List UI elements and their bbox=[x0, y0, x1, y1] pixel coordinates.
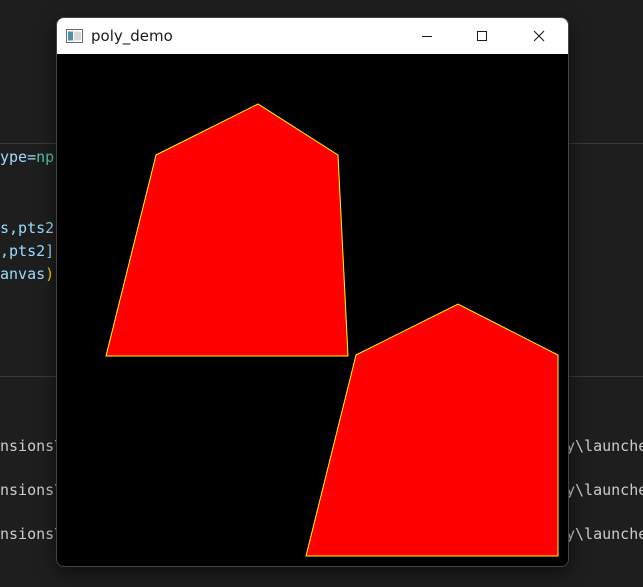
maximize-button[interactable] bbox=[459, 18, 505, 54]
window-app-icon bbox=[66, 28, 83, 43]
window-titlebar[interactable]: poly_demo bbox=[57, 18, 568, 54]
minimize-button[interactable] bbox=[404, 18, 450, 54]
code-line-4: anvas) bbox=[0, 265, 55, 283]
terminal-line-left-1: nsions\ bbox=[0, 437, 64, 455]
terminal-line-right-1: y\launche bbox=[566, 437, 643, 455]
polygon-1 bbox=[105, 103, 349, 357]
terminal-line-left-2: nsions\ bbox=[0, 481, 64, 499]
code-line-3: ,pts2] bbox=[0, 242, 55, 260]
close-button[interactable] bbox=[516, 18, 562, 54]
terminal-line-right-3: y\launche bbox=[566, 525, 643, 543]
code-line-2: s,pts2 bbox=[0, 219, 55, 237]
minimize-icon bbox=[422, 36, 432, 37]
maximize-icon bbox=[477, 31, 487, 41]
terminal-line-right-2: y\launche bbox=[566, 481, 643, 499]
close-icon bbox=[533, 30, 545, 42]
poly-demo-window[interactable]: poly_demo bbox=[56, 17, 569, 567]
drawing-canvas bbox=[57, 54, 568, 566]
window-title: poly_demo bbox=[91, 27, 173, 45]
code-line-1: ype=np bbox=[0, 148, 55, 166]
polygon-canvas-svg bbox=[105, 103, 559, 557]
terminal-line-left-3: nsions\ bbox=[0, 525, 64, 543]
